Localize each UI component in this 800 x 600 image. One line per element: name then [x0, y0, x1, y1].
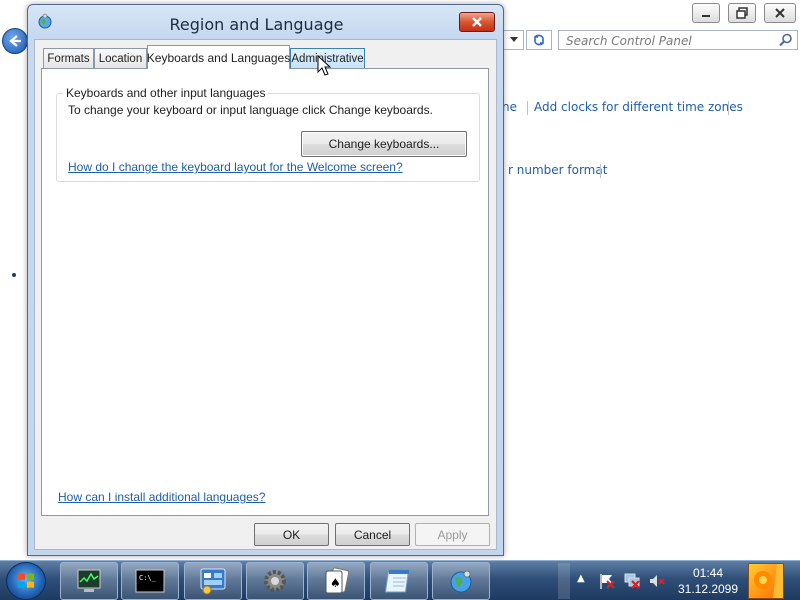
refresh-button[interactable] — [526, 30, 552, 50]
dialog-title: Region and Language — [169, 15, 344, 34]
playing-card-icon: ♠ — [325, 567, 349, 594]
tab-location[interactable]: Location — [94, 48, 147, 68]
partial-link[interactable]: ne — [502, 100, 517, 114]
show-hidden-icons-button[interactable]: ▲ — [577, 573, 585, 584]
add-clocks-link[interactable]: Add clocks for different time zones — [534, 100, 743, 114]
tab-keyboards-and-languages[interactable]: Keyboards and Languages — [147, 45, 290, 69]
search-input[interactable]: Search Control Panel — [558, 30, 798, 50]
ok-button[interactable]: OK — [254, 523, 329, 546]
link-separator — [600, 164, 601, 178]
back-arrow-icon — [9, 35, 21, 47]
tab-panel: Keyboards and other input languages To c… — [41, 68, 489, 516]
restore-icon — [736, 7, 748, 19]
restore-button[interactable] — [728, 3, 756, 23]
dialog-close-button[interactable] — [459, 12, 495, 32]
link-separator — [527, 101, 528, 115]
network-icon[interactable] — [623, 572, 641, 590]
search-icon[interactable] — [779, 33, 793, 47]
welcome-screen-keyboard-link[interactable]: How do I change the keyboard layout for … — [68, 160, 403, 174]
tab-formats[interactable]: Formats — [43, 48, 94, 68]
action-center-flag-icon[interactable] — [598, 572, 616, 590]
change-keyboards-button[interactable]: Change keyboards... — [301, 131, 467, 157]
volume-muted-icon[interactable] — [648, 572, 666, 590]
taskbar-notepad[interactable] — [370, 562, 428, 600]
bullet-dot — [12, 273, 16, 277]
control-panel-icon — [200, 568, 226, 595]
install-languages-link[interactable]: How can I install additional languages? — [58, 490, 265, 504]
link-separator — [728, 101, 729, 115]
gear-icon — [264, 570, 286, 592]
clock-time: 01:44 — [692, 566, 724, 580]
svg-text:♠: ♠ — [330, 576, 341, 590]
command-prompt-icon: C:\_ — [135, 569, 165, 593]
taskbar-solitaire[interactable]: ♠ — [307, 562, 365, 600]
region-language-dialog: Region and Language Formats Location Key… — [27, 4, 504, 556]
minimize-icon — [702, 15, 710, 17]
close-button[interactable] — [764, 3, 796, 23]
taskbar-task-manager[interactable] — [60, 562, 118, 600]
close-icon — [775, 8, 785, 18]
close-icon — [472, 17, 482, 27]
taskbar: C:\_ ♠ ▲ 01:44 31.12.2099 — [0, 560, 800, 600]
taskbar-settings[interactable] — [246, 562, 304, 600]
notepad-icon — [385, 570, 409, 593]
start-button[interactable] — [6, 562, 46, 600]
clock-date: 31.12.2099 — [677, 582, 739, 596]
clock[interactable]: 01:44 31.12.2099 — [676, 565, 740, 597]
chevron-down-icon — [509, 37, 518, 42]
show-desktop-button[interactable] — [748, 563, 784, 599]
search-placeholder: Search Control Panel — [566, 34, 692, 48]
taskbar-scroll[interactable] — [558, 563, 570, 599]
back-button[interactable] — [2, 28, 28, 54]
taskbar-network-globe[interactable] — [432, 562, 490, 600]
minimize-button[interactable] — [692, 3, 720, 23]
globe-icon — [450, 570, 472, 593]
svg-text:C:\_: C:\_ — [139, 574, 157, 582]
group-description: To change your keyboard or input languag… — [68, 103, 433, 117]
input-languages-group: Keyboards and other input languages To c… — [56, 86, 480, 182]
mouse-cursor-icon — [317, 55, 332, 76]
windows-logo-icon — [18, 573, 34, 588]
taskbar-command-prompt[interactable]: C:\_ — [121, 562, 179, 600]
task-manager-icon — [77, 569, 101, 592]
refresh-icon — [534, 34, 544, 46]
group-label: Keyboards and other input languages — [63, 86, 269, 100]
cancel-button[interactable]: Cancel — [335, 523, 410, 546]
dialog-client-area: Formats Location Keyboards and Languages… — [34, 39, 497, 550]
number-format-link[interactable]: r number format — [508, 163, 607, 177]
taskbar-control-panel[interactable] — [184, 562, 242, 600]
apply-button[interactable]: Apply — [415, 523, 490, 546]
flower-icon — [754, 564, 783, 598]
address-dropdown[interactable] — [504, 30, 524, 50]
